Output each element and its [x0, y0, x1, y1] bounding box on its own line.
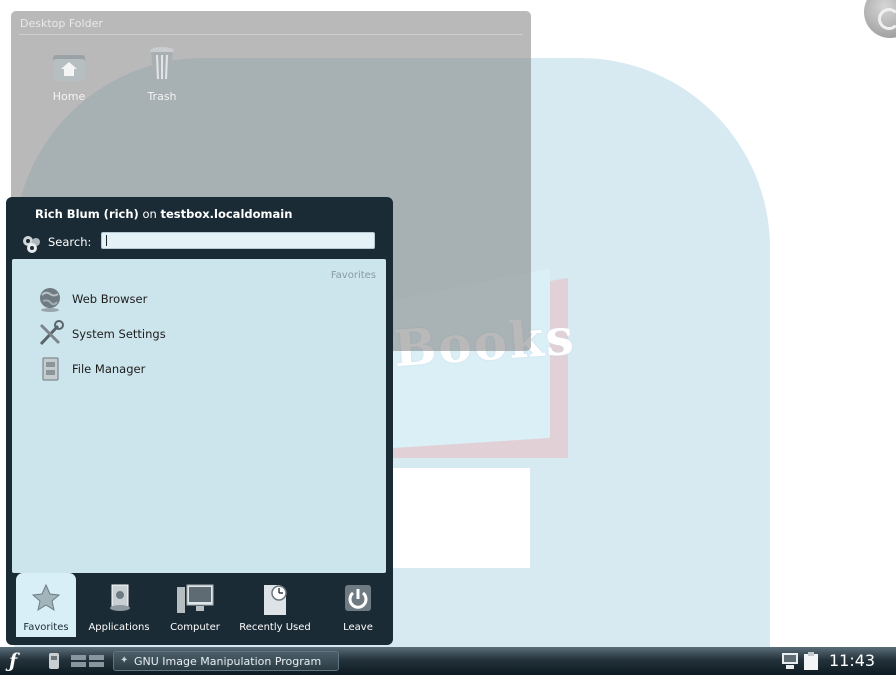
- tab-label: Leave: [343, 622, 373, 633]
- user-info: Rich Blum (rich) on testbox.localdomain: [35, 207, 292, 221]
- network-icon[interactable]: [780, 651, 800, 671]
- desktop-item-label: Home: [52, 90, 86, 103]
- system-settings-icon: [39, 320, 64, 346]
- desktop-item-label: Trash: [147, 90, 177, 103]
- pager-icon[interactable]: [70, 654, 106, 668]
- star-icon: [31, 583, 61, 612]
- favorite-label: Web Browser: [72, 292, 148, 306]
- favorites-pane: Favorites Web Browser System Settings Fi…: [12, 259, 386, 573]
- fedora-logo-icon: ƒ: [9, 650, 18, 672]
- tab-applications[interactable]: Applications: [84, 573, 154, 637]
- clipboard-icon[interactable]: [802, 651, 820, 671]
- recently-used-icon: [264, 585, 287, 615]
- tab-label: Computer: [170, 622, 220, 633]
- launcher-tab-bar: Favorites Applications Computer Recently…: [12, 573, 386, 639]
- search-input[interactable]: [101, 232, 375, 249]
- application-launcher-button[interactable]: ƒ: [9, 650, 17, 672]
- file-manager-icon: [42, 357, 59, 381]
- desktop-folder-title: Desktop Folder: [20, 17, 103, 30]
- gimp-icon: ✦: [120, 655, 129, 666]
- desktop-folder-divider: [19, 34, 523, 35]
- text-caret: [106, 235, 107, 246]
- applications-icon: [110, 584, 130, 611]
- tab-computer[interactable]: Computer: [164, 573, 226, 637]
- favorite-file-manager[interactable]: File Manager: [36, 355, 145, 383]
- favorites-pane-title: Favorites: [330, 270, 376, 281]
- favorite-label: System Settings: [72, 327, 166, 341]
- search-label: Search:: [48, 235, 92, 249]
- tab-label: Recently Used: [239, 622, 311, 633]
- host-name: testbox.localdomain: [160, 207, 293, 221]
- clock[interactable]: 11:43: [829, 651, 875, 670]
- tab-recently-used[interactable]: Recently Used: [234, 573, 316, 637]
- user-on-text: on: [138, 207, 161, 221]
- tab-favorites[interactable]: Favorites: [16, 573, 76, 637]
- search-icon: [23, 236, 40, 253]
- trash-icon: [150, 47, 174, 82]
- desktop-toolbox-icon[interactable]: [864, 0, 896, 38]
- web-browser-icon: [40, 288, 60, 312]
- favorite-system-settings[interactable]: System Settings: [36, 320, 166, 348]
- computer-icon: [177, 584, 214, 613]
- desktop-item-trash[interactable]: Trash: [132, 45, 192, 103]
- taskbar: ƒ ✦ GNU Image Manipulation Program 11:43: [0, 647, 896, 675]
- task-label: GNU Image Manipulation Program: [134, 655, 322, 668]
- user-name: Rich Blum (rich): [35, 207, 139, 221]
- tab-leave[interactable]: Leave: [330, 573, 386, 637]
- desktop-item-home[interactable]: Home: [39, 49, 99, 103]
- favorite-label: File Manager: [72, 362, 146, 376]
- home-folder-icon: [53, 55, 85, 81]
- task-gimp[interactable]: ✦ GNU Image Manipulation Program: [113, 651, 339, 671]
- tab-label: Favorites: [23, 622, 69, 633]
- power-icon: [345, 585, 371, 611]
- favorite-web-browser[interactable]: Web Browser: [36, 285, 147, 313]
- application-launcher-menu: Rich Blum (rich) on testbox.localdomain …: [6, 197, 393, 645]
- tab-label: Applications: [88, 622, 150, 633]
- show-desktop-icon[interactable]: [44, 651, 64, 671]
